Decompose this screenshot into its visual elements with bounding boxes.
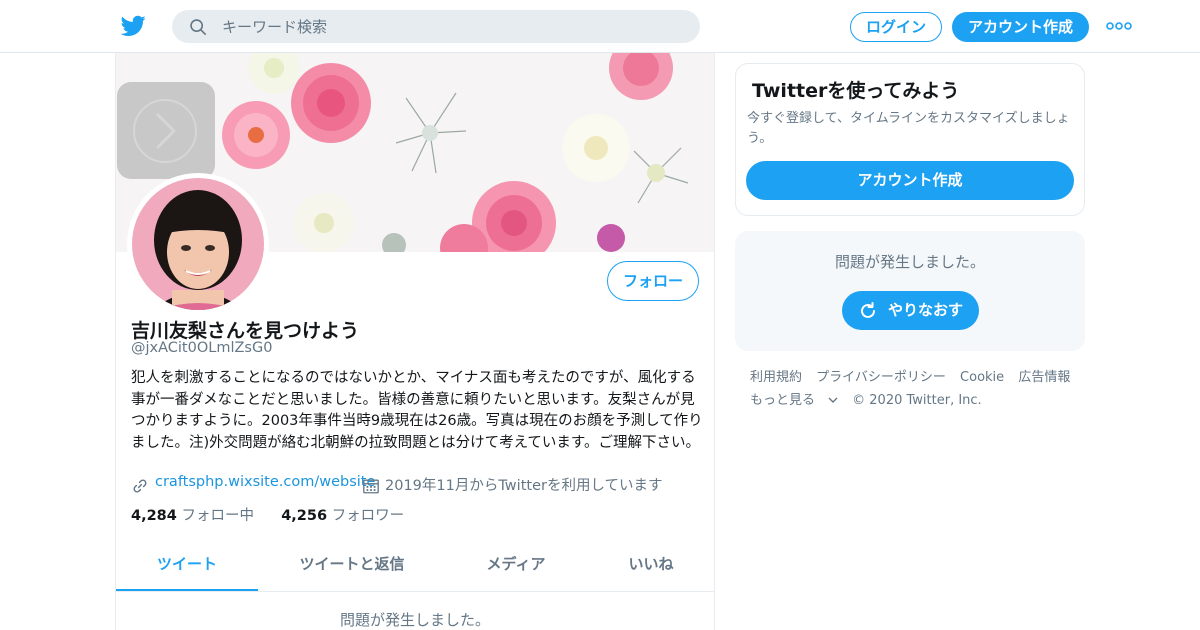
profile-joined-date: 2019年11月からTwitterを利用しています <box>385 478 663 494</box>
top-navigation-bar: ログイン アカウント作成 <box>0 0 1200 53</box>
footer-more-link[interactable]: もっと見る <box>750 393 838 408</box>
tab-tweets-and-replies[interactable]: ツイートと返信 <box>278 540 426 591</box>
profile-tabs: ツイート ツイートと返信 メディア いいね <box>116 540 714 592</box>
login-button[interactable]: ログイン <box>850 12 942 42</box>
profile-handle: @jxACit0OLmlZsG0 <box>131 340 273 356</box>
footer-more-label: もっと見る <box>750 393 816 408</box>
followers-count: 4,256 <box>281 508 328 524</box>
calendar-icon <box>363 479 379 494</box>
search-input[interactable] <box>222 10 682 43</box>
tab-media[interactable]: メディア <box>456 540 576 591</box>
profile-display-name: 吉川友梨さんを見つけよう <box>131 320 360 342</box>
following-label: フォロー中 <box>181 508 254 524</box>
signup-card-title: Twitterを使ってみよう <box>752 80 960 102</box>
avatar[interactable] <box>132 178 264 310</box>
footer-copyright: © 2020 Twitter, Inc. <box>852 393 982 408</box>
following-stat[interactable]: 4,284 フォロー中 <box>131 508 259 524</box>
sidebar-error-card: 問題が発生しました。 やりなおす <box>735 231 1085 351</box>
link-icon <box>133 479 147 493</box>
profile-avatar-frame <box>127 173 269 315</box>
footer-link-terms[interactable]: 利用規約 <box>750 370 802 385</box>
twitter-bird-icon[interactable] <box>121 15 146 37</box>
footer-link-ads[interactable]: 広告情報 <box>1018 370 1070 385</box>
sidebar-error-message: 問題が発生しました。 <box>834 253 985 271</box>
followers-stat[interactable]: 4,256 フォロワー <box>277 508 405 524</box>
tab-tweets[interactable]: ツイート <box>116 540 258 591</box>
profile-meta: craftsphp.wixsite.com/website 2019年11月から… <box>131 473 711 495</box>
search-box <box>172 10 700 43</box>
following-count: 4,284 <box>131 508 177 524</box>
signup-button[interactable]: アカウント作成 <box>746 161 1074 200</box>
profile-website-link[interactable]: craftsphp.wixsite.com/website <box>155 474 375 490</box>
chevron-right-icon <box>133 99 197 163</box>
footer-link-privacy[interactable]: プライバシーポリシー <box>816 370 946 385</box>
followers-label: フォロワー <box>331 508 405 524</box>
signup-card-description: 今すぐ登録して、タイムラインをカスタマイズしましょう。 <box>747 111 1070 146</box>
profile-bio: 犯人を刺激することになるのではないかとか、マイナス面も考えたのですが、風化する事… <box>131 370 703 451</box>
footer-links: 利用規約 プライバシーポリシー Cookie 広告情報 もっと見る © 2020… <box>750 366 1080 412</box>
signup-card: Twitterを使ってみよう 今すぐ登録して、タイムラインをカスタマイズしましょ… <box>735 63 1085 216</box>
timeline-error-message: 問題が発生しました。 <box>339 611 490 629</box>
profile-column: フォロー 吉川友梨さんを見つけよう @jxACit0OLmlZsG0 犯人を刺激… <box>115 53 715 630</box>
footer-link-cookie[interactable]: Cookie <box>960 370 1004 385</box>
follow-button[interactable]: フォロー <box>607 261 699 301</box>
media-thumbnail[interactable] <box>117 82 215 179</box>
search-icon <box>190 19 207 36</box>
retry-button[interactable]: やりなおす <box>842 291 979 330</box>
signup-button-header[interactable]: アカウント作成 <box>952 12 1089 42</box>
retry-label: やりなおす <box>888 301 964 319</box>
more-dots-icon[interactable] <box>1106 20 1132 32</box>
tab-likes[interactable]: いいね <box>596 540 706 591</box>
profile-stats: 4,284 フォロー中 4,256 フォロワー <box>131 504 404 525</box>
refresh-icon <box>861 302 875 318</box>
chevron-down-icon <box>828 397 838 403</box>
